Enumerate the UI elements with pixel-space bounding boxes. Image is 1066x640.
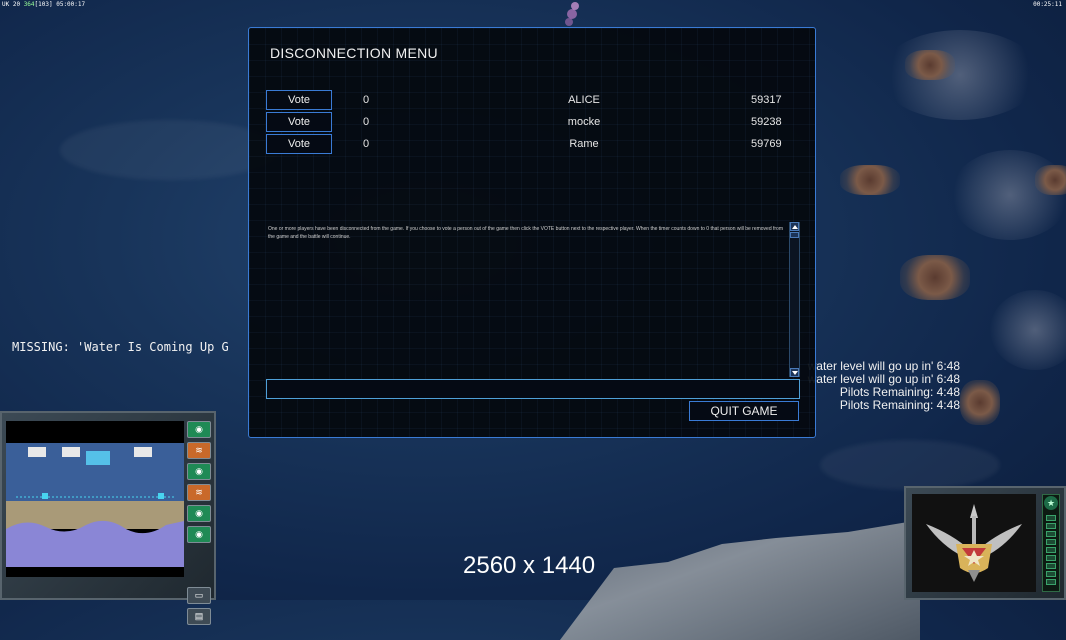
- minimap-panel: ◉ ≋ ◉ ≋ ◉ ◉ ▭ ▤: [0, 411, 216, 625]
- power-segment: [1046, 539, 1056, 545]
- player-row: Vote 0 mocke 59238: [266, 112, 786, 133]
- vote-count: 0: [363, 116, 370, 128]
- diplomacy-icon[interactable]: ▭: [187, 587, 211, 604]
- faction-emblem-icon: [912, 494, 1036, 592]
- shoreline-terrain: [560, 520, 920, 640]
- arrow-down-icon: [792, 371, 798, 375]
- player-name: ALICE: [568, 94, 600, 106]
- player-row: Vote 0 Rame 59769: [266, 134, 786, 155]
- minimap-terrain: [6, 421, 184, 577]
- smoke-trail: [565, 2, 579, 26]
- eye-icon[interactable]: ◉: [187, 463, 211, 480]
- hud-game-clock: 00:25:11: [1033, 1, 1062, 8]
- power-segment: [1046, 515, 1056, 521]
- power-segment: [1046, 547, 1056, 553]
- power-segment: [1046, 531, 1056, 537]
- arrow-up-icon: [792, 225, 798, 229]
- message-log[interactable]: One or more players have been disconnect…: [266, 222, 800, 377]
- disconnection-dialog: DISCONNECTION MENU Vote 0 ALICE 59317 Vo…: [248, 27, 816, 438]
- ocean-wave: [60, 120, 280, 180]
- vote-count: 0: [363, 94, 370, 106]
- island: [905, 50, 955, 80]
- player-score: 59238: [751, 116, 782, 128]
- scroll-down-button[interactable]: [790, 368, 799, 377]
- player-score: 59317: [751, 94, 782, 106]
- message-scrollbar[interactable]: [789, 222, 799, 377]
- island: [840, 165, 900, 195]
- player-score: 59769: [751, 138, 782, 150]
- player-name: Rame: [569, 138, 599, 150]
- minimap[interactable]: [6, 421, 184, 577]
- missing-message: MISSING: 'Water Is Coming Up G: [12, 340, 229, 354]
- player-row: Vote 0 ALICE 59317: [266, 90, 786, 111]
- chat-input[interactable]: [266, 379, 800, 399]
- vote-button[interactable]: Vote: [266, 112, 332, 132]
- power-segment: [1046, 579, 1056, 585]
- cloud: [950, 150, 1066, 240]
- ocean-wave: [820, 440, 1000, 490]
- power-meter: ★: [1042, 494, 1060, 592]
- eye-icon[interactable]: ◉: [187, 526, 211, 543]
- rank-icon[interactable]: ≋: [187, 484, 211, 501]
- faction-panel: ★: [904, 486, 1066, 600]
- island: [960, 380, 1000, 425]
- chat-icon[interactable]: ▤: [187, 608, 211, 625]
- resolution-label: 2560 x 1440: [463, 552, 596, 579]
- vote-button[interactable]: Vote: [266, 90, 332, 110]
- hud-status-readout: UK 20 364[103] 05:00:17: [2, 1, 86, 8]
- minimap-side-buttons: ◉ ≋ ◉ ≋ ◉ ◉ ▭ ▤: [187, 421, 211, 629]
- timer-messages: water level will go up in' 6:48 water le…: [808, 360, 960, 412]
- vote-button[interactable]: Vote: [266, 134, 332, 154]
- vote-count: 0: [363, 138, 370, 150]
- scroll-up-button[interactable]: [790, 222, 799, 231]
- eye-icon[interactable]: ◉: [187, 505, 211, 522]
- island: [900, 255, 970, 300]
- scroll-thumb[interactable]: [790, 232, 799, 238]
- power-segment: [1046, 563, 1056, 569]
- eye-icon[interactable]: ◉: [187, 421, 211, 438]
- dialog-title: DISCONNECTION MENU: [270, 45, 438, 61]
- island: [1035, 165, 1066, 195]
- power-segment: [1046, 523, 1056, 529]
- star-icon: ★: [1044, 496, 1058, 510]
- quit-game-button[interactable]: QUIT GAME: [689, 401, 799, 421]
- power-segment: [1046, 555, 1056, 561]
- timer-line: Pilots Remaining: 4:48: [839, 398, 960, 412]
- power-segment: [1046, 571, 1056, 577]
- player-name: mocke: [567, 116, 601, 128]
- disconnect-info-text: One or more players have been disconnect…: [268, 226, 784, 240]
- cloud: [990, 290, 1066, 370]
- rank-icon[interactable]: ≋: [187, 442, 211, 459]
- cloud: [880, 30, 1040, 120]
